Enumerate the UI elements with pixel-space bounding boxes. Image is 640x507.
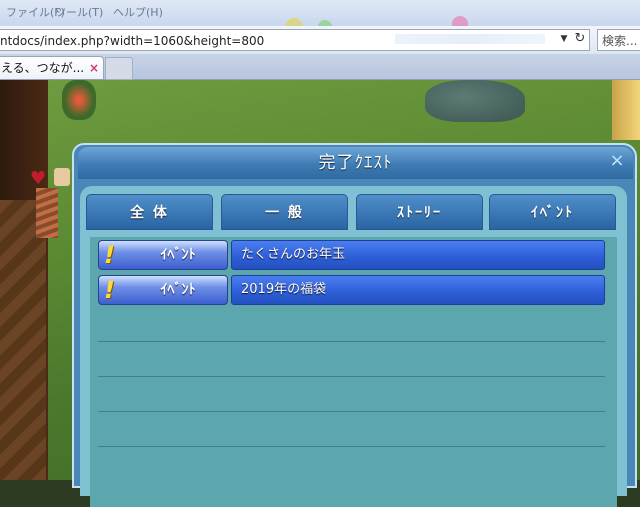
empty-row-divider xyxy=(98,446,605,447)
tab-general[interactable]: 一 般 xyxy=(221,194,348,230)
browser-menubar: ファイル(F) ツール(T) ヘルプ(H) xyxy=(0,0,640,26)
exclamation-icon: ! xyxy=(104,241,115,269)
tab-title: える、つなが... xyxy=(1,61,85,75)
tab-close-icon[interactable]: × xyxy=(89,57,99,79)
dropdown-arrow-icon[interactable]: ▼ xyxy=(557,32,571,46)
scene-post xyxy=(54,168,70,186)
empty-row-divider xyxy=(98,341,605,342)
tab-event[interactable]: ｲﾍﾞﾝﾄ xyxy=(489,194,616,230)
tab-story[interactable]: ｽﾄｰﾘｰ xyxy=(356,194,483,230)
menu-help[interactable]: ヘルプ(H) xyxy=(113,4,163,20)
address-bar-area: ntdocs/index.php?width=1060&height=800 ▼… xyxy=(0,26,640,55)
scene-pillar xyxy=(612,80,640,140)
scene-rope xyxy=(36,188,58,238)
quest-category-badge: ! ｲﾍﾞﾝﾄ xyxy=(98,240,228,270)
quest-category-badge: ! ｲﾍﾞﾝﾄ xyxy=(98,275,228,305)
list-item[interactable]: ! ｲﾍﾞﾝﾄ 2019年の福袋 xyxy=(98,275,605,306)
browser-tab[interactable]: える、つなが... × xyxy=(0,56,104,79)
scene-wall xyxy=(0,200,46,480)
scene-tree xyxy=(62,80,96,120)
bg-blob xyxy=(452,16,468,26)
quest-category-label: ｲﾍﾞﾝﾄ xyxy=(160,247,196,263)
completed-quest-window: 完了ｸｴｽﾄ × 全 体 一 般 ｽﾄｰﾘｰ ｲﾍﾞﾝﾄ ! ｲﾍﾞﾝﾄ たくさ… xyxy=(72,143,637,507)
quest-tabs: 全 体 一 般 ｽﾄｰﾘｰ ｲﾍﾞﾝﾄ xyxy=(86,194,621,234)
quest-name: 2019年の福袋 xyxy=(231,275,605,305)
quest-list: ! ｲﾍﾞﾝﾄ たくさんのお年玉 ! ｲﾍﾞﾝﾄ 2019年の福袋 xyxy=(90,237,617,507)
browser-tabbar: える、つなが... × xyxy=(0,54,640,80)
quest-category-label: ｲﾍﾞﾝﾄ xyxy=(160,282,196,298)
quest-panel: 全 体 一 般 ｽﾄｰﾘｰ ｲﾍﾞﾝﾄ ! ｲﾍﾞﾝﾄ たくさんのお年玉 ! ｲ… xyxy=(80,186,627,507)
search-input[interactable]: 検索... xyxy=(597,29,640,51)
scene-rock xyxy=(425,80,525,122)
bg-blob xyxy=(285,18,303,26)
tab-all[interactable]: 全 体 xyxy=(86,194,213,230)
window-titlebar[interactable]: 完了ｸｴｽﾄ × xyxy=(78,147,633,179)
quest-name: たくさんのお年玉 xyxy=(231,240,605,270)
url-suggestion-highlight xyxy=(395,34,545,44)
reload-icon[interactable]: ↻ xyxy=(572,31,588,47)
close-icon[interactable]: × xyxy=(607,151,627,171)
menu-tools[interactable]: ツール(T) xyxy=(55,4,103,20)
empty-row-divider xyxy=(98,411,605,412)
exclamation-icon: ! xyxy=(104,276,115,304)
list-item[interactable]: ! ｲﾍﾞﾝﾄ たくさんのお年玉 xyxy=(98,240,605,271)
heart-icon: ♥ xyxy=(30,168,47,189)
empty-row-divider xyxy=(98,376,605,377)
window-title: 完了ｸｴｽﾄ xyxy=(318,153,393,173)
new-tab-button[interactable] xyxy=(105,57,133,80)
